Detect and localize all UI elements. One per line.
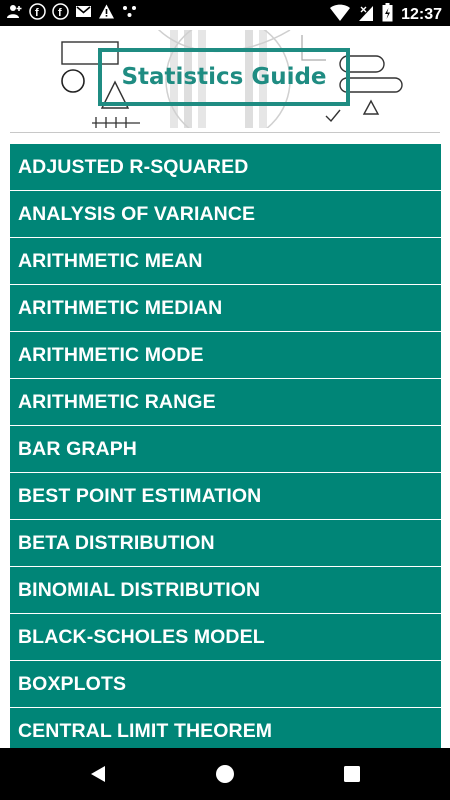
list-item[interactable]: ADJUSTED R-SQUARED xyxy=(10,144,441,190)
list-item[interactable]: ARITHMETIC MODE xyxy=(10,332,441,378)
home-icon[interactable] xyxy=(213,762,237,786)
app-title: Statistics Guide xyxy=(121,64,327,90)
divider xyxy=(10,132,440,133)
facebook-icon: f xyxy=(52,3,69,20)
facebook-icon: f xyxy=(29,3,46,20)
status-bar: f f 12:37 xyxy=(0,0,450,26)
clock: 12:37 xyxy=(401,6,442,23)
topic-list[interactable]: ADJUSTED R-SQUARED ANALYSIS OF VARIANCE AR… xyxy=(10,144,441,748)
battery-icon xyxy=(382,3,393,27)
list-item[interactable]: BLACK-SCHOLES MODEL xyxy=(10,614,441,660)
person-add-icon xyxy=(6,3,23,20)
banner-title-box: Statistics Guide xyxy=(98,48,350,106)
back-icon[interactable] xyxy=(86,762,110,786)
list-item[interactable]: ARITHMETIC MEAN xyxy=(10,238,441,284)
signal-icon xyxy=(358,4,374,27)
recents-icon[interactable] xyxy=(340,762,364,786)
list-item[interactable]: BINOMIAL DISTRIBUTION xyxy=(10,567,441,613)
list-item[interactable]: ARITHMETIC RANGE xyxy=(10,379,441,425)
gmail-icon xyxy=(75,3,92,20)
list-item[interactable]: BEST POINT ESTIMATION xyxy=(10,473,441,519)
list-item[interactable]: CENTRAL LIMIT THEOREM xyxy=(10,708,441,748)
navigation-bar xyxy=(0,748,450,800)
svg-text:f: f xyxy=(58,7,62,19)
list-item[interactable]: ARITHMETIC MEDIAN xyxy=(10,285,441,331)
notification-icons: f f xyxy=(6,3,138,20)
list-item[interactable]: ANALYSIS OF VARIANCE xyxy=(10,191,441,237)
header-banner: Statistics Guide xyxy=(40,30,412,128)
list-item[interactable]: BETA DISTRIBUTION xyxy=(10,520,441,566)
list-item[interactable]: BAR GRAPH xyxy=(10,426,441,472)
dots-icon xyxy=(121,3,138,20)
wifi-icon xyxy=(330,4,351,27)
system-icons: 12:37 xyxy=(330,3,442,27)
warning-icon xyxy=(98,3,115,20)
svg-text:f: f xyxy=(35,7,39,19)
list-item[interactable]: BOXPLOTS xyxy=(10,661,441,707)
